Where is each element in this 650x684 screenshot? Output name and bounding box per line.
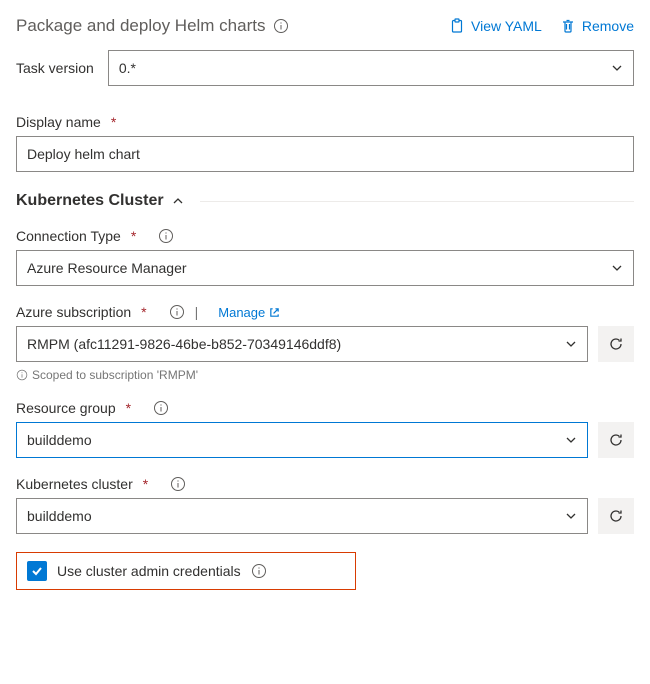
- manage-link[interactable]: Manage: [218, 305, 280, 320]
- info-icon[interactable]: [273, 18, 289, 34]
- chevron-down-icon: [611, 62, 623, 74]
- cluster-admin-checkbox[interactable]: [27, 561, 47, 581]
- cluster-admin-label: Use cluster admin credentials: [57, 563, 241, 579]
- required-asterisk: *: [141, 304, 146, 320]
- refresh-icon: [608, 432, 624, 448]
- info-icon[interactable]: [158, 228, 174, 244]
- connection-type-value: Azure Resource Manager: [27, 260, 187, 276]
- required-asterisk: *: [131, 228, 136, 244]
- refresh-icon: [608, 336, 624, 352]
- external-link-icon: [269, 307, 280, 318]
- task-version-value: 0.*: [119, 60, 136, 76]
- display-name-label: Display name: [16, 114, 101, 130]
- clipboard-icon: [449, 18, 465, 34]
- info-icon[interactable]: [251, 563, 267, 579]
- view-yaml-button[interactable]: View YAML: [449, 18, 542, 34]
- remove-button[interactable]: Remove: [560, 18, 634, 34]
- required-asterisk: *: [126, 400, 131, 416]
- section-kubernetes-cluster[interactable]: Kubernetes Cluster: [16, 192, 634, 212]
- connection-type-select[interactable]: Azure Resource Manager: [16, 250, 634, 286]
- cluster-admin-row: Use cluster admin credentials: [16, 552, 356, 590]
- manage-label: Manage: [218, 305, 265, 320]
- display-name-input[interactable]: [16, 136, 634, 172]
- section-kubernetes-label: Kubernetes Cluster: [16, 192, 164, 210]
- subscription-scope-note: Scoped to subscription 'RMPM': [32, 368, 198, 382]
- chevron-down-icon: [565, 338, 577, 350]
- view-yaml-label: View YAML: [471, 18, 542, 34]
- azure-subscription-value: RMPM (afc11291-9826-46be-b852-70349146dd…: [27, 336, 341, 352]
- refresh-icon: [608, 508, 624, 524]
- required-asterisk: *: [143, 476, 148, 492]
- page-title: Package and deploy Helm charts: [16, 16, 265, 36]
- required-asterisk: *: [111, 114, 116, 130]
- connection-type-label: Connection Type: [16, 228, 121, 244]
- task-version-label: Task version: [16, 60, 94, 76]
- separator: |: [195, 304, 199, 320]
- refresh-button[interactable]: [598, 326, 634, 362]
- remove-label: Remove: [582, 18, 634, 34]
- task-version-select[interactable]: 0.*: [108, 50, 634, 86]
- kubernetes-cluster-value: builddemo: [27, 508, 92, 524]
- refresh-button[interactable]: [598, 498, 634, 534]
- chevron-down-icon: [611, 262, 623, 274]
- kubernetes-cluster-select[interactable]: builddemo: [16, 498, 588, 534]
- chevron-down-icon: [565, 510, 577, 522]
- trash-icon: [560, 18, 576, 34]
- info-icon[interactable]: [169, 304, 185, 320]
- info-icon: [16, 369, 28, 381]
- chevron-up-icon: [172, 195, 184, 207]
- resource-group-select[interactable]: builddemo: [16, 422, 588, 458]
- resource-group-label: Resource group: [16, 400, 116, 416]
- resource-group-value: builddemo: [27, 432, 92, 448]
- refresh-button[interactable]: [598, 422, 634, 458]
- info-icon[interactable]: [153, 400, 169, 416]
- chevron-down-icon: [565, 434, 577, 446]
- azure-subscription-select[interactable]: RMPM (afc11291-9826-46be-b852-70349146dd…: [16, 326, 588, 362]
- kubernetes-cluster-label: Kubernetes cluster: [16, 476, 133, 492]
- azure-subscription-label: Azure subscription: [16, 304, 131, 320]
- info-icon[interactable]: [170, 476, 186, 492]
